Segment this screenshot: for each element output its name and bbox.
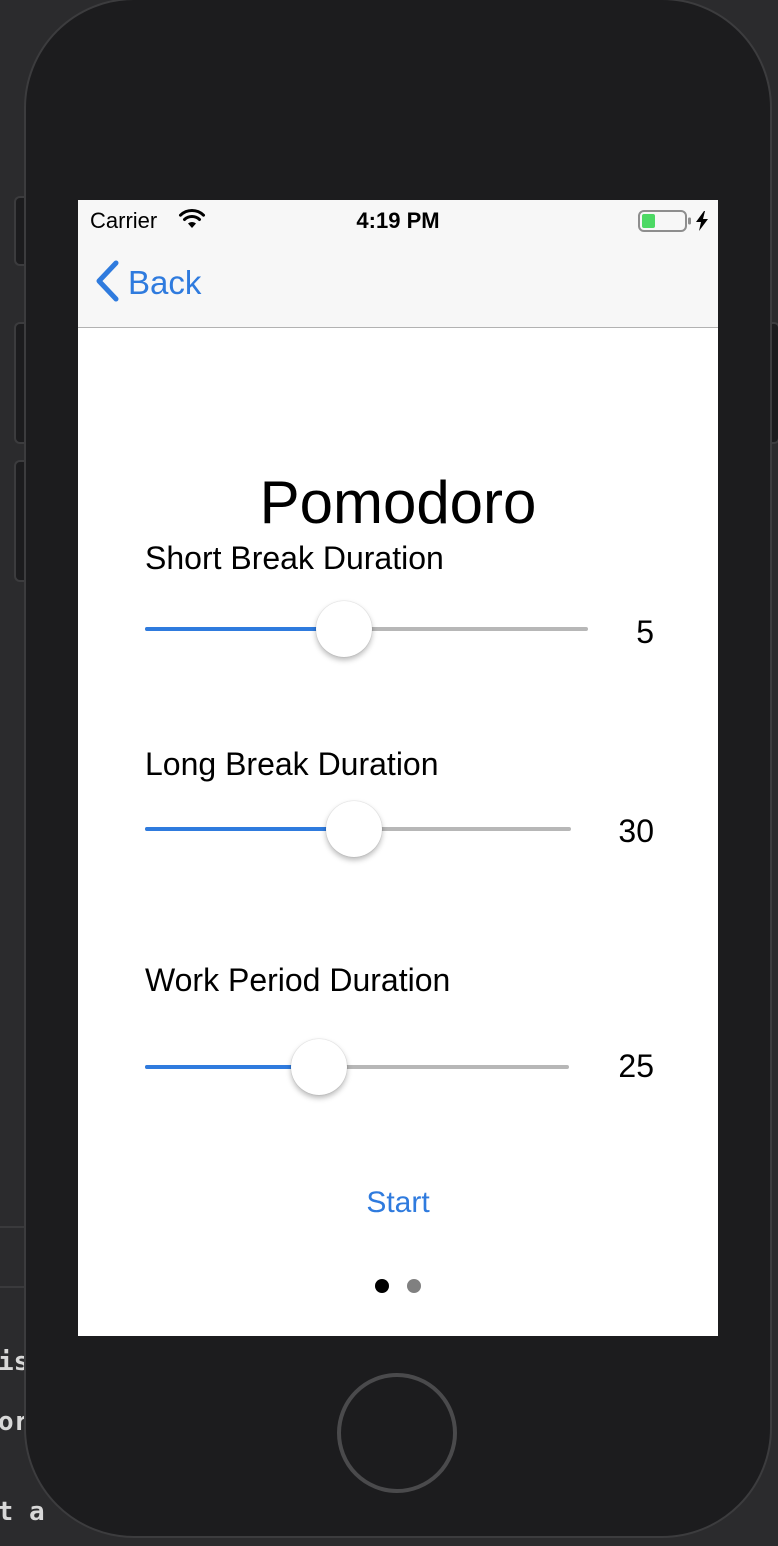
short-break-label: Short Break Duration	[145, 540, 444, 576]
long-break-slider[interactable]	[145, 799, 571, 859]
slider-thumb[interactable]	[316, 601, 373, 657]
battery-charging-icon	[638, 209, 712, 238]
ide-code-text: st a	[0, 1497, 45, 1527]
long-break-value: 30	[618, 813, 654, 849]
phone-screen: Carrier 4:19 PM Back Pomodoro Short Brea…	[78, 200, 718, 1336]
back-button[interactable]: Back	[94, 260, 201, 306]
chevron-left-icon	[94, 260, 120, 307]
long-break-label: Long Break Duration	[145, 746, 439, 782]
status-bar: Carrier 4:19 PM	[78, 200, 718, 240]
navigation-bar: Back	[78, 240, 718, 328]
page-indicator-dot[interactable]	[407, 1279, 421, 1293]
page-title: Pomodoro	[259, 469, 537, 536]
home-button[interactable]	[337, 1373, 457, 1493]
work-period-value: 25	[618, 1048, 654, 1084]
short-break-slider[interactable]	[145, 599, 588, 659]
slider-fill	[145, 627, 345, 631]
back-label: Back	[128, 264, 202, 301]
start-button[interactable]: Start	[78, 1186, 718, 1220]
work-period-slider[interactable]	[145, 1037, 569, 1097]
simulator-stage: is or st a Carrier 4:19 PM	[0, 0, 778, 1546]
slider-thumb[interactable]	[290, 1039, 347, 1095]
work-period-label: Work Period Duration	[145, 962, 451, 998]
status-time: 4:19 PM	[356, 208, 440, 233]
page-indicator-dot[interactable]	[375, 1279, 389, 1293]
page-control[interactable]	[78, 1279, 718, 1293]
slider-fill	[145, 827, 354, 831]
slider-thumb[interactable]	[325, 801, 382, 857]
short-break-value: 5	[636, 614, 654, 650]
